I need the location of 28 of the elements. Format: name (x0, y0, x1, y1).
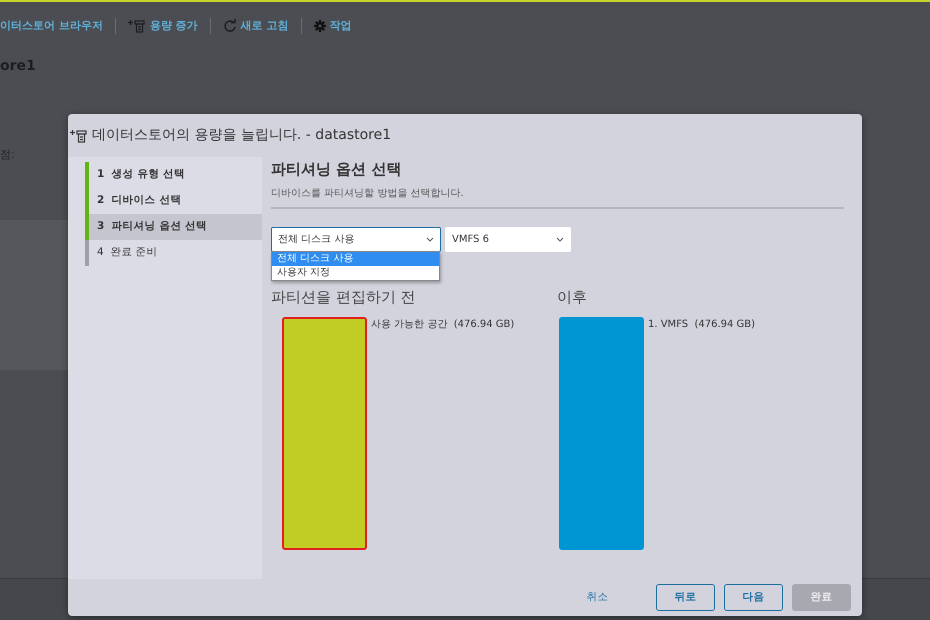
chevron-down-icon (556, 237, 564, 242)
version-select[interactable]: VMFS 6 (445, 227, 571, 252)
footer-button[interactable]: 취소 (568, 584, 627, 611)
chevron-down-icon (426, 237, 434, 242)
column-title: 이후 (557, 287, 588, 308)
wizard-step[interactable]: 3 파티셔닝 옵션 선택 (85, 214, 262, 240)
gear-icon (314, 20, 326, 32)
section-heading: 파티셔닝 옵션 선택 (271, 160, 402, 178)
footer-button[interactable]: 뒤로 (656, 584, 715, 611)
partition-label: 1. VMFS (476.94 GB) (648, 318, 756, 332)
dropdown-option[interactable]: 전체 디스크 사용 (272, 252, 439, 266)
breadcrumb-link[interactable]: 이터스토어 브라우저 (0, 18, 103, 34)
section-description: 디바이스를 파티셔닝할 방법을 선택합니다. (271, 186, 844, 209)
toolbar-link[interactable]: 용량 증가 (150, 18, 198, 34)
wizard-step[interactable]: 1 생성 유형 선택 (85, 162, 262, 188)
dialog-title: 데이터스토어의 용량을 늘립니다. - datastore1 (92, 126, 392, 145)
partition-select[interactable]: 전체 디스크 사용 (271, 227, 441, 252)
toolbar-link[interactable]: 작업 (330, 18, 352, 34)
dropdown-option[interactable]: 사용자 지정 (272, 266, 439, 280)
partition-label: 사용 가능한 공간 (476.94 GB) (371, 318, 514, 332)
wizard-step[interactable]: 4 완료 준비 (85, 240, 262, 266)
refresh-icon (222, 19, 237, 33)
toolbar-link[interactable]: 새로 고침 (240, 18, 289, 34)
footer-button[interactable]: 다음 (724, 584, 783, 611)
add-storage-icon (128, 19, 146, 33)
column-title: 파티션을 편집하기 전 (271, 287, 417, 308)
partition-bar[interactable] (282, 316, 367, 550)
add-storage-icon (70, 128, 88, 142)
